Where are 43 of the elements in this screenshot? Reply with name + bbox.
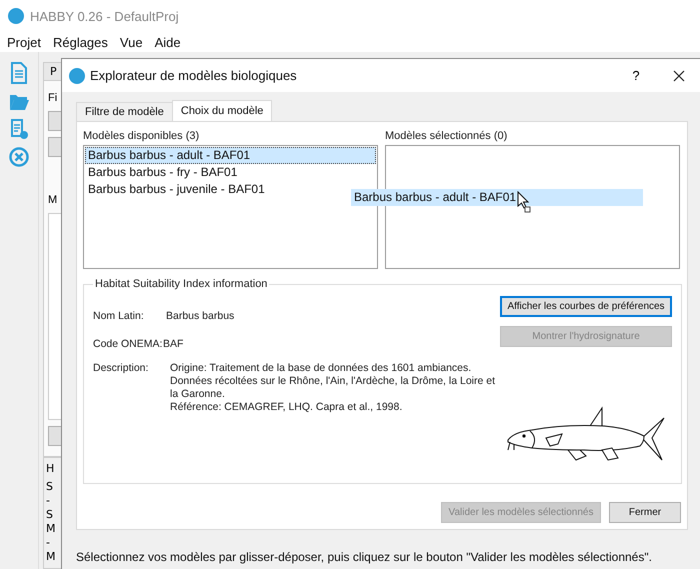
field-label: M bbox=[48, 193, 58, 207]
close-circle-icon[interactable] bbox=[9, 146, 29, 168]
menu-item[interactable]: Aide bbox=[154, 34, 181, 50]
field-label: Code ONEMA: bbox=[93, 338, 163, 350]
status-text: Sélectionnez vos modèles par glisser-déposer, puis cliquez sur le bouton "Valider les modèles sélectionnés". bbox=[76, 550, 653, 564]
document-eye-icon[interactable] bbox=[9, 118, 29, 140]
list-label: Modèles sélectionnés (0) bbox=[385, 130, 508, 142]
action-button[interactable]: Afficher les courbes de préférences bbox=[500, 296, 672, 317]
app-logo-icon bbox=[69, 68, 85, 84]
tab[interactable]: Choix du modèle bbox=[172, 100, 272, 121]
group-title: H bbox=[46, 462, 54, 476]
description-text: Référence: CEMAGREF, LHQ. Capra et al., 1998. bbox=[170, 401, 404, 414]
help-button[interactable]: ? bbox=[621, 68, 651, 83]
list-item[interactable]: Barbus barbus - adult - BAF01 bbox=[85, 147, 376, 164]
cursor-icon bbox=[517, 191, 531, 215]
log-line: M bbox=[46, 522, 56, 536]
menu-item[interactable]: Projet bbox=[7, 34, 41, 50]
new-document-icon[interactable] bbox=[9, 62, 29, 84]
field-label: Description: bbox=[93, 362, 150, 374]
list-label: Modèles disponibles (3) bbox=[83, 130, 200, 142]
list-item[interactable]: Barbus barbus - fry - BAF01 bbox=[85, 164, 240, 181]
log-line: S bbox=[46, 480, 53, 494]
list-item[interactable]: Barbus barbus - juvenile - BAF01 bbox=[85, 181, 268, 198]
field-label: Fi bbox=[48, 91, 58, 105]
dialog-title: Explorateur de modèles biologiques bbox=[90, 68, 298, 83]
close-icon bbox=[673, 70, 685, 82]
menu-item[interactable]: Réglages bbox=[52, 34, 108, 50]
action-button[interactable]: Fermer bbox=[609, 502, 681, 523]
tab[interactable]: Filtre de modèle bbox=[76, 102, 173, 121]
log-line: S bbox=[46, 508, 53, 522]
field-value: Barbus barbus bbox=[166, 310, 234, 322]
log-line: - bbox=[46, 536, 50, 550]
window-title: HABBY 0.26 - DefaultProj bbox=[30, 8, 179, 24]
menu-item[interactable]: Vue bbox=[120, 34, 143, 50]
description-text: Origine: Traitement de la base de données des 1601 ambiances. bbox=[170, 362, 472, 375]
log-line: - bbox=[46, 494, 50, 508]
app-logo-icon bbox=[8, 8, 24, 24]
field-value: BAF bbox=[163, 338, 184, 350]
field-label: Nom Latin: bbox=[93, 310, 145, 322]
group-title: Habitat Suitability Index information bbox=[94, 278, 268, 290]
drag-preview: Barbus barbus - adult - BAF01 bbox=[351, 189, 643, 206]
description-text: Données récoltées sur le Rhône, l'Ain, l'Ardèche, la Drôme, la Loire et la Garonne. bbox=[170, 375, 496, 401]
log-line: M bbox=[46, 550, 56, 564]
